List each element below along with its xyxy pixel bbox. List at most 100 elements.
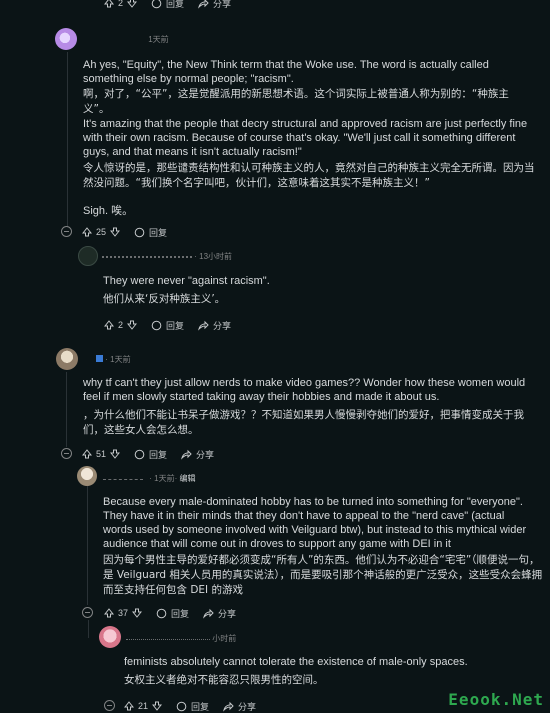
- share-icon: [181, 449, 192, 460]
- user-badge-icon: [96, 355, 103, 362]
- comment2-upvote-count: 51: [96, 449, 107, 459]
- reply2-text-cn: 因为每个男性主导的爱好都必须变成“所有人”的东西。他们认为不必迎合“宅宅”（顺便…: [103, 554, 543, 596]
- collapse-toggle-comment2[interactable]: [61, 448, 72, 459]
- avatar[interactable]: [99, 626, 121, 648]
- reply1-text: They were never "against racism".: [103, 275, 270, 287]
- reply2-time: · 1天前·: [149, 474, 178, 483]
- comment2-text-cn: ，为什么他们不能让书呆子做游戏？？不知道如果男人慢慢剥夺她们的爱好，把事情变成关…: [83, 409, 524, 436]
- downvote-icon[interactable]: [127, 320, 138, 330]
- username[interactable]: [103, 478, 143, 480]
- reply1-share-button[interactable]: 分享: [198, 319, 231, 332]
- comment1-vote[interactable]: 25: [82, 227, 121, 237]
- collapse-toggle-reply3[interactable]: [104, 700, 115, 711]
- comment-icon: [134, 449, 145, 459]
- downvote-icon[interactable]: [110, 449, 121, 459]
- edited-label: 编辑: [179, 474, 196, 483]
- share-icon: [223, 701, 234, 712]
- thread-line-comment2: [66, 372, 67, 447]
- collapse-toggle-reply2[interactable]: [82, 607, 93, 618]
- reply2-action-bar: 37 回复 分享: [104, 606, 250, 620]
- reply2-text: Because every male-dominated hobby has t…: [103, 496, 527, 550]
- comment1-reply-label: 回复: [149, 227, 168, 238]
- thread-line-reply2: [87, 485, 88, 605]
- comment1-paragraph-3: Sigh. 唉。: [83, 205, 134, 217]
- reply3-action-bar: 21 回复 分享: [124, 699, 270, 713]
- reply3-share-button[interactable]: 分享: [223, 700, 256, 713]
- reply3-text-cn: 女权主义者绝对不能容忍只限男性的空间。: [124, 674, 324, 686]
- watermark: Eeook.Net: [448, 690, 544, 709]
- reply2-share-label: 分享: [218, 608, 237, 619]
- upvote-icon[interactable]: [104, 0, 114, 8]
- top-reply-label: 回复: [166, 0, 185, 9]
- reply3-reply-label: 回复: [191, 701, 210, 712]
- avatar[interactable]: [78, 246, 98, 266]
- downvote-icon[interactable]: [152, 701, 163, 711]
- comment1-meta: 1天前: [84, 34, 169, 45]
- comment-icon: [176, 701, 187, 711]
- upvote-icon[interactable]: [82, 227, 92, 237]
- comment2-vote[interactable]: 51: [82, 449, 121, 459]
- top-share-button[interactable]: 分享: [198, 0, 231, 10]
- comment2-share-label: 分享: [196, 449, 215, 460]
- comment2-time: · 1天前: [105, 355, 131, 364]
- reply2-reply-button[interactable]: 回复: [156, 607, 189, 620]
- share-icon: [198, 0, 209, 9]
- username[interactable]: [102, 255, 192, 258]
- collapse-toggle-comment1[interactable]: [61, 226, 72, 237]
- comment1-paragraph-2-cn: 令人惊讶的是，那些谴责结构性和认可种族主义的人，竟然对自己的种族主义完全无所谓。…: [83, 162, 535, 189]
- upvote-icon[interactable]: [82, 449, 92, 459]
- reply1-reply-button[interactable]: 回复: [151, 319, 184, 332]
- comment2-reply-label: 回复: [149, 449, 168, 460]
- comment2-reply-button[interactable]: 回复: [134, 448, 167, 461]
- reply2-meta: · 1天前· 编辑: [103, 473, 195, 484]
- comment1-paragraph-2: It's amazing that the people that decry …: [83, 118, 528, 158]
- reply1-action-bar: 2 回复 分享: [104, 318, 245, 332]
- comment2-meta: · 1天前: [84, 354, 131, 365]
- downvote-icon[interactable]: [132, 608, 143, 618]
- comment-icon: [151, 0, 162, 8]
- comment1-action-bar: 25 回复: [82, 225, 181, 239]
- reply1-upvote-count: 2: [118, 320, 124, 330]
- top-vote[interactable]: 2: [104, 0, 138, 8]
- upvote-icon[interactable]: [104, 320, 114, 330]
- comment1-time: 1天前: [148, 35, 169, 44]
- top-action-bar: 2 回复 分享: [104, 0, 245, 10]
- thread-line-main: [67, 52, 68, 227]
- username[interactable]: [126, 638, 210, 640]
- reply1-share-label: 分享: [213, 320, 232, 331]
- comment2-share-button[interactable]: 分享: [181, 448, 214, 461]
- reply3-share-label: 分享: [238, 701, 257, 712]
- reply3-text: feminists absolutely cannot tolerate the…: [124, 656, 468, 668]
- comment1-upvote-count: 25: [96, 227, 107, 237]
- comment1-reply-button[interactable]: 回复: [134, 226, 167, 239]
- downvote-icon[interactable]: [127, 0, 138, 8]
- reply2-vote[interactable]: 37: [104, 608, 143, 618]
- share-icon: [203, 608, 214, 619]
- upvote-icon[interactable]: [104, 608, 114, 618]
- share-icon: [198, 320, 209, 331]
- comment-icon: [156, 608, 167, 618]
- avatar[interactable]: [56, 348, 78, 370]
- top-upvote-count: 2: [118, 0, 124, 8]
- thread-connector: [88, 620, 89, 638]
- downvote-icon[interactable]: [110, 227, 121, 237]
- reply1-meta: · 13小时前: [102, 251, 232, 262]
- reply3-upvote-count: 21: [138, 701, 149, 711]
- reply2-upvote-count: 37: [118, 608, 129, 618]
- username[interactable]: [84, 36, 146, 42]
- reply1-time: · 13小时前: [194, 252, 233, 261]
- reply3-reply-button[interactable]: 回复: [176, 700, 209, 713]
- avatar[interactable]: [55, 28, 77, 50]
- comment2-text: why tf can't they just allow nerds to ma…: [83, 377, 526, 403]
- reply2-share-button[interactable]: 分享: [203, 607, 236, 620]
- reply2-reply-label: 回复: [171, 608, 190, 619]
- upvote-icon[interactable]: [124, 701, 134, 711]
- reply3-vote[interactable]: 21: [124, 701, 163, 711]
- reply1-text-cn: 他们从来‘反对种族主义’。: [103, 293, 226, 305]
- avatar[interactable]: [77, 466, 97, 486]
- top-reply-button[interactable]: 回复: [151, 0, 184, 10]
- comment1-paragraph-1-cn: 啊，对了，“公平”，这是觉醒派用的新思想术语。这个词实际上被普通人称为别的：“种…: [83, 88, 509, 115]
- reply1-vote[interactable]: 2: [104, 320, 138, 330]
- reply3-meta: 小时前: [126, 633, 236, 644]
- comment1-paragraph-1: Ah yes, "Equity", the New Think term tha…: [83, 59, 489, 85]
